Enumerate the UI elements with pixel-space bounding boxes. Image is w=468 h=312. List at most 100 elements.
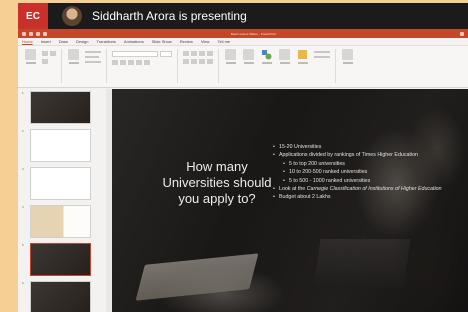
- shapes-button[interactable]: [260, 49, 273, 73]
- slide-bullet-list[interactable]: 15-20 Universities Applications divided …: [272, 144, 462, 203]
- slide-thumbnail[interactable]: [30, 167, 91, 200]
- sub-bullet-item: 5 to top 200 universities: [272, 161, 462, 168]
- screen-share-frame: EC Siddharth Arora is presenting Book Le…: [0, 0, 468, 312]
- slide-thumbnail-pane: 1 2 3 4 5 6: [18, 89, 106, 312]
- drawing-group: [314, 49, 330, 58]
- paste-button[interactable]: [24, 49, 37, 73]
- format-painter-icon[interactable]: [42, 59, 48, 64]
- thumbnail-row[interactable]: 1: [22, 91, 91, 124]
- slide-thumbnail[interactable]: [30, 205, 91, 238]
- slide-thumbnail[interactable]: [30, 129, 91, 162]
- arrange-button[interactable]: [278, 49, 291, 73]
- thumbnail-row[interactable]: 6: [22, 281, 91, 312]
- section-button[interactable]: [85, 61, 101, 63]
- tab-slide-show[interactable]: Slide Show: [152, 39, 172, 44]
- quick-styles-icon: [298, 50, 307, 59]
- slide-number: 6: [22, 281, 24, 285]
- font-group: [112, 49, 172, 65]
- designer-icon: [342, 49, 353, 60]
- new-slide-icon: [68, 49, 79, 60]
- powerpoint-window: Book Lecture Slides – PowerPoint Home In…: [18, 29, 468, 312]
- shapes-icon: [262, 50, 272, 60]
- slide-number: 4: [22, 205, 24, 209]
- new-slide-button[interactable]: [67, 49, 80, 73]
- bullets-icon[interactable]: [183, 51, 189, 56]
- slides-group: [85, 49, 101, 63]
- tab-view[interactable]: View: [201, 39, 210, 44]
- ribbon-toolbar: [18, 46, 468, 88]
- quick-styles-button[interactable]: [296, 49, 309, 73]
- shape-outline-button[interactable]: [314, 56, 330, 58]
- reset-button[interactable]: [85, 56, 99, 58]
- designer-button[interactable]: [341, 49, 354, 73]
- title-bar: Book Lecture Slides – PowerPoint: [18, 29, 468, 38]
- ribbon-tabs: Home Insert Draw Design Transitions Anim…: [18, 38, 468, 46]
- clipboard-group: [42, 49, 56, 64]
- cut-icon[interactable]: [42, 51, 48, 56]
- outdent-icon[interactable]: [207, 51, 213, 56]
- arrange-icon: [279, 49, 290, 60]
- presenter-avatar: [62, 6, 82, 26]
- align-left-icon[interactable]: [183, 59, 189, 64]
- font-size-select[interactable]: [160, 51, 172, 57]
- picture-icon: [243, 49, 254, 60]
- slide-number: 2: [22, 129, 24, 133]
- slide-editor: How many Universities should you apply t…: [106, 89, 468, 312]
- window-title: Book Lecture Slides – PowerPoint: [230, 31, 277, 36]
- bullet-prefix: Look at the: [279, 185, 307, 192]
- smartart-icon: [225, 49, 236, 60]
- bullet-item: Applications divided by rankings of Time…: [272, 152, 462, 159]
- bullet-item: 15-20 Universities: [272, 144, 462, 151]
- slide-thumbnail[interactable]: [30, 281, 91, 312]
- strikethrough-icon[interactable]: [136, 60, 142, 65]
- justify-icon[interactable]: [207, 59, 213, 64]
- paragraph-group: [183, 49, 213, 64]
- presenter-label: Siddharth Arora is presenting: [92, 9, 247, 23]
- layout-button[interactable]: [85, 51, 101, 53]
- convert-smartart-button[interactable]: [224, 49, 237, 73]
- slide-number: 5: [22, 243, 24, 247]
- share-icon[interactable]: [460, 31, 464, 36]
- picture-button[interactable]: [242, 49, 255, 73]
- tab-insert[interactable]: Insert: [41, 39, 51, 44]
- current-slide[interactable]: How many Universities should you apply t…: [112, 89, 468, 312]
- shape-fill-button[interactable]: [314, 51, 330, 53]
- thumbnail-row[interactable]: 5: [22, 243, 91, 276]
- undo-icon[interactable]: [36, 31, 40, 36]
- align-right-icon[interactable]: [199, 59, 205, 64]
- meeting-badge: EC: [18, 3, 48, 29]
- slide-number: 1: [22, 91, 24, 95]
- indent-icon[interactable]: [199, 51, 205, 56]
- bullet-italic-text: Carnegie Classification of Institutions …: [306, 185, 442, 192]
- redo-icon[interactable]: [43, 31, 47, 36]
- presenter-bar: EC Siddharth Arora is presenting: [18, 3, 468, 29]
- bullet-item: Look at the Carnegie Classification of I…: [272, 186, 462, 193]
- tab-design[interactable]: Design: [76, 39, 88, 44]
- numbering-icon[interactable]: [191, 51, 197, 56]
- tab-review[interactable]: Review: [180, 39, 193, 44]
- slide-thumbnail-selected[interactable]: [30, 243, 91, 276]
- save-icon[interactable]: [29, 31, 33, 36]
- tab-transitions[interactable]: Transitions: [96, 39, 115, 44]
- tab-tell-me[interactable]: Tell me: [217, 39, 230, 44]
- bullet-item: Budget about 2 Lakhs: [272, 194, 462, 201]
- underline-icon[interactable]: [128, 60, 134, 65]
- bold-icon[interactable]: [112, 60, 118, 65]
- thumbnail-row[interactable]: 2: [22, 129, 91, 162]
- autosave-icon[interactable]: [22, 31, 26, 36]
- font-color-icon[interactable]: [144, 60, 150, 65]
- thumbnail-row[interactable]: 4: [22, 205, 91, 238]
- slide-thumbnail[interactable]: [30, 91, 91, 124]
- copy-icon[interactable]: [50, 51, 56, 56]
- thumbnail-row[interactable]: 3: [22, 167, 91, 200]
- sub-bullet-item: 10 to 200-500 ranked universities: [272, 169, 462, 176]
- tab-home[interactable]: Home: [22, 39, 33, 44]
- slide-title[interactable]: How many Universities should you apply t…: [162, 159, 272, 207]
- sub-bullet-item: 5 to 500 - 1000 ranked universities: [272, 178, 462, 185]
- italic-icon[interactable]: [120, 60, 126, 65]
- tab-draw[interactable]: Draw: [59, 39, 68, 44]
- font-family-select[interactable]: [112, 51, 158, 57]
- paste-icon: [25, 49, 36, 60]
- align-center-icon[interactable]: [191, 59, 197, 64]
- tab-animations[interactable]: Animations: [124, 39, 144, 44]
